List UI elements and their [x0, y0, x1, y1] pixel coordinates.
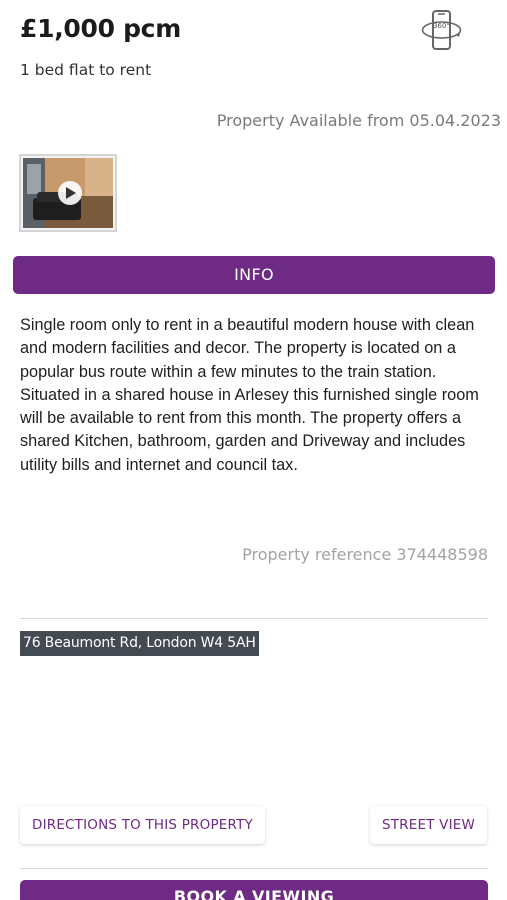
- property-type: 1 bed flat to rent: [20, 61, 152, 79]
- availability-date: Property Available from 05.04.2023: [216, 111, 501, 130]
- video-thumbnail[interactable]: [19, 154, 117, 232]
- book-viewing-button[interactable]: BOOK A VIEWING: [20, 880, 488, 900]
- 360-view-phone-icon[interactable]: 360°: [420, 8, 464, 52]
- property-detail-page: £1,000 pcm 360° 1 bed flat to rent Prope…: [0, 0, 507, 900]
- divider: [20, 618, 488, 619]
- price: £1,000 pcm: [20, 14, 181, 43]
- property-reference: Property reference 374448598: [242, 545, 488, 564]
- property-description: Single room only to rent in a beautiful …: [20, 316, 479, 474]
- svg-text:360°: 360°: [433, 22, 450, 30]
- divider: [20, 868, 488, 869]
- thumbnail-image: [23, 158, 113, 228]
- property-address: 76 Beaumont Rd, London W4 5AH: [20, 631, 259, 656]
- directions-button[interactable]: DIRECTIONS TO THIS PROPERTY: [20, 806, 265, 844]
- info-section-header: INFO: [13, 256, 495, 294]
- street-view-button[interactable]: STREET VIEW: [370, 806, 487, 844]
